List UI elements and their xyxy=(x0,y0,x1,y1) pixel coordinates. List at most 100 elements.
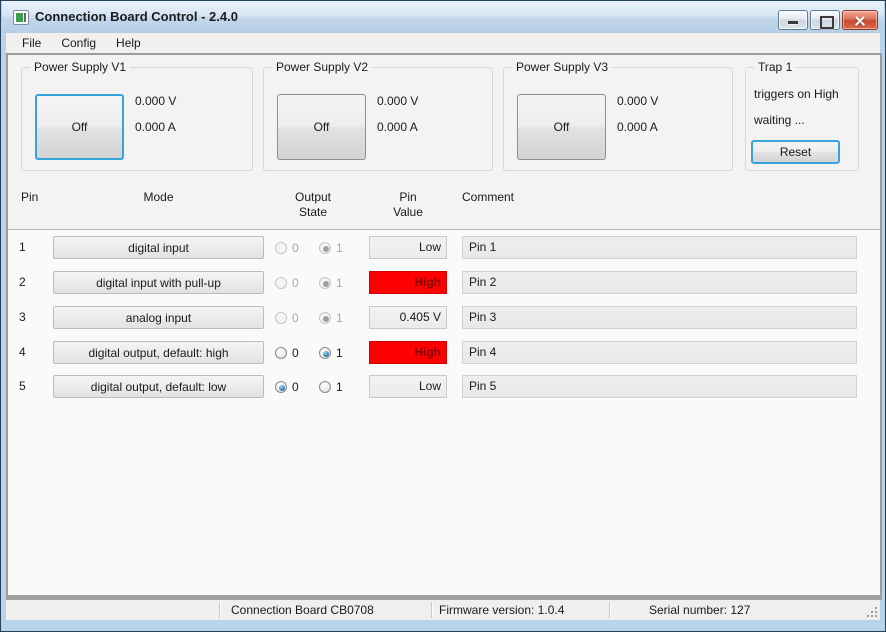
status-firmware-version: Firmware version: 1.0.4 xyxy=(439,600,564,620)
pin-number: 3 xyxy=(19,306,26,329)
menu-file[interactable]: File xyxy=(12,34,51,52)
header-line: Value xyxy=(369,205,447,220)
trap-status: waiting ... xyxy=(754,113,805,127)
pin-2-output-radio-1[interactable]: 1 xyxy=(319,271,343,294)
power-supply-v2-off-button[interactable]: Off xyxy=(277,94,366,160)
status-serial-number: Serial number: 127 xyxy=(649,600,750,620)
pin-3-value: 0.405 V xyxy=(369,306,447,329)
radio-icon xyxy=(275,277,287,289)
current-readout: 0.000 A xyxy=(377,120,418,134)
pin-2-output-radio-0[interactable]: 0 xyxy=(275,271,299,294)
voltage-readout: 0.000 V xyxy=(135,94,176,108)
groupbox-title: Power Supply V1 xyxy=(30,60,130,74)
status-separator xyxy=(609,602,610,618)
pin-number: 4 xyxy=(19,341,26,364)
pin-2-value: High xyxy=(369,271,447,294)
app-window: Connection Board Control - 2.4.0 File Co… xyxy=(0,0,886,632)
radio-icon xyxy=(275,381,287,393)
pin-4-output-radio-1[interactable]: 1 xyxy=(319,341,343,364)
radio-label: 1 xyxy=(336,346,343,360)
column-header-pin: Pin xyxy=(21,190,38,205)
radio-icon xyxy=(319,277,331,289)
trap-trigger-condition: triggers on High xyxy=(754,87,839,101)
groupbox-title: Trap 1 xyxy=(754,60,796,74)
pin-1-comment-field[interactable]: Pin 1 xyxy=(462,236,857,259)
pin-2-mode-button[interactable]: digital input with pull-up xyxy=(53,271,264,294)
header-line: Pin xyxy=(369,190,447,205)
minimize-icon[interactable] xyxy=(778,10,808,30)
table-row: 1 digital input 0 1 Low Pin 1 xyxy=(8,236,880,259)
app-icon xyxy=(13,10,29,25)
pin-4-value: High xyxy=(369,341,447,364)
pin-4-comment-field[interactable]: Pin 4 xyxy=(462,341,857,364)
pin-4-mode-button[interactable]: digital output, default: high xyxy=(53,341,264,364)
groupbox-title: Power Supply V2 xyxy=(272,60,372,74)
pin-1-output-radio-1[interactable]: 1 xyxy=(319,236,343,259)
pin-3-mode-button[interactable]: analog input xyxy=(53,306,264,329)
pin-1-output-radio-0[interactable]: 0 xyxy=(275,236,299,259)
column-header-mode: Mode xyxy=(53,190,264,205)
pin-number: 5 xyxy=(19,375,26,398)
groupbox-power-supply-v3: Power Supply V3 Off 0.000 V 0.000 A xyxy=(503,67,733,171)
pin-rows-area: 1 digital input 0 1 Low Pin 1 2 digital … xyxy=(8,229,880,595)
status-device-name: Connection Board CB0708 xyxy=(231,600,374,620)
power-supply-v1-off-button[interactable]: Off xyxy=(35,94,124,160)
close-icon[interactable] xyxy=(842,10,878,30)
pin-2-comment-field[interactable]: Pin 2 xyxy=(462,271,857,294)
radio-label: 0 xyxy=(292,276,299,290)
status-separator xyxy=(431,602,432,618)
trap-reset-button[interactable]: Reset xyxy=(751,140,840,164)
window-title: Connection Board Control - 2.4.0 xyxy=(35,1,238,32)
pin-5-output-radio-1[interactable]: 1 xyxy=(319,375,343,398)
groupbox-power-supply-v1: Power Supply V1 Off 0.000 V 0.000 A xyxy=(21,67,253,171)
radio-icon xyxy=(319,347,331,359)
column-header-output-state: Output State xyxy=(277,190,349,220)
pin-5-comment-field[interactable]: Pin 5 xyxy=(462,375,857,398)
pin-4-output-radio-0[interactable]: 0 xyxy=(275,341,299,364)
radio-icon xyxy=(319,312,331,324)
radio-icon xyxy=(319,242,331,254)
pin-3-output-radio-1[interactable]: 1 xyxy=(319,306,343,329)
table-row: 3 analog input 0 1 0.405 V Pin 3 xyxy=(8,306,880,329)
radio-label: 0 xyxy=(292,346,299,360)
menu-bar: File Config Help xyxy=(6,33,880,53)
radio-label: 1 xyxy=(336,380,343,394)
table-row: 5 digital output, default: low 0 1 Low P… xyxy=(8,375,880,398)
pin-3-output-radio-0[interactable]: 0 xyxy=(275,306,299,329)
power-supply-v3-off-button[interactable]: Off xyxy=(517,94,606,160)
header-line: Output xyxy=(277,190,349,205)
table-row: 4 digital output, default: high 0 1 High… xyxy=(8,341,880,364)
current-readout: 0.000 A xyxy=(135,120,176,134)
radio-label: 1 xyxy=(336,276,343,290)
pin-1-mode-button[interactable]: digital input xyxy=(53,236,264,259)
pin-5-value: Low xyxy=(369,375,447,398)
resize-grip[interactable] xyxy=(866,606,878,618)
radio-label: 0 xyxy=(292,311,299,325)
pin-5-output-radio-0[interactable]: 0 xyxy=(275,375,299,398)
status-separator xyxy=(219,602,220,618)
pin-5-mode-button[interactable]: digital output, default: low xyxy=(53,375,264,398)
maximize-icon[interactable] xyxy=(810,10,840,30)
column-header-comment: Comment xyxy=(462,190,514,205)
pin-number: 2 xyxy=(19,271,26,294)
radio-label: 0 xyxy=(292,241,299,255)
menu-help[interactable]: Help xyxy=(106,34,151,52)
groupbox-trap-1: Trap 1 triggers on High waiting ... Rese… xyxy=(745,67,859,171)
title-bar[interactable]: Connection Board Control - 2.4.0 xyxy=(2,1,884,33)
pin-3-comment-field[interactable]: Pin 3 xyxy=(462,306,857,329)
radio-icon xyxy=(319,381,331,393)
groupbox-power-supply-v2: Power Supply V2 Off 0.000 V 0.000 A xyxy=(263,67,493,171)
menu-config[interactable]: Config xyxy=(51,34,106,52)
groupbox-title: Power Supply V3 xyxy=(512,60,612,74)
column-header-pin-value: Pin Value xyxy=(369,190,447,220)
radio-label: 1 xyxy=(336,241,343,255)
radio-icon xyxy=(275,347,287,359)
current-readout: 0.000 A xyxy=(617,120,658,134)
pin-1-value: Low xyxy=(369,236,447,259)
table-row: 2 digital input with pull-up 0 1 High Pi… xyxy=(8,271,880,294)
voltage-readout: 0.000 V xyxy=(377,94,418,108)
pin-number: 1 xyxy=(19,236,26,259)
radio-label: 0 xyxy=(292,380,299,394)
voltage-readout: 0.000 V xyxy=(617,94,658,108)
radio-icon xyxy=(275,312,287,324)
